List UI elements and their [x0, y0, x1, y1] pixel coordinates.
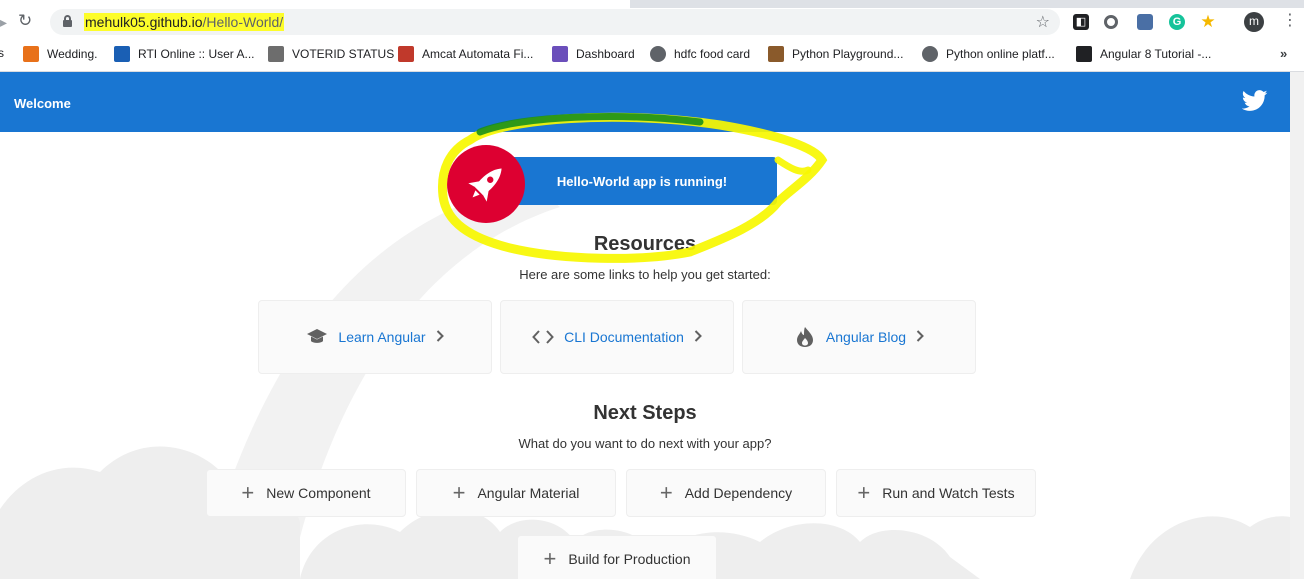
bookmark-label: Angular 8 Tutorial -... — [1100, 47, 1212, 61]
bookmark-star-icon[interactable]: ☆ — [1036, 12, 1050, 32]
resources-title: Resources — [593, 233, 697, 255]
bookmark-item[interactable]: Dashboard — [552, 46, 635, 62]
code-brackets-icon — [532, 326, 554, 348]
plus-icon: + — [543, 546, 557, 571]
grammarly-icon[interactable]: G — [1169, 14, 1185, 30]
chevron-right-icon — [436, 329, 444, 345]
url-path: /Hello-World/ — [202, 14, 284, 30]
bookmark-item[interactable]: RTI Online :: User A... — [114, 46, 254, 62]
forward-icon[interactable]: ▸ — [0, 14, 7, 31]
step-label: Build for Production — [568, 551, 691, 567]
bookmark-label: RTI Online :: User A... — [138, 47, 255, 61]
extension-star-icon[interactable]: ★ — [1200, 13, 1216, 30]
extension-icon-1[interactable]: ◧ — [1073, 14, 1089, 30]
card-label: Learn Angular — [338, 329, 426, 345]
bookmark-favicon — [650, 46, 666, 62]
rocket-icon — [468, 168, 502, 202]
next-steps-subtitle: What do you want to do next with your ap… — [518, 436, 772, 451]
plus-icon: + — [452, 480, 466, 505]
rocket-badge — [447, 145, 525, 223]
page-scrollbar[interactable] — [1290, 72, 1304, 579]
bookmarks-bar: s Wedding. RTI Online :: User A... VOTER… — [0, 38, 1304, 72]
bookmark-label: Python online platf... — [946, 47, 1055, 61]
app-running-banner: Hello-World app is running! — [447, 145, 777, 223]
app-title: Welcome — [14, 96, 71, 111]
twitter-icon[interactable] — [1242, 90, 1268, 112]
chevron-right-icon — [916, 329, 924, 345]
bookmark-label: Amcat Automata Fi... — [422, 47, 534, 61]
active-tab[interactable] — [0, 0, 630, 8]
bookmark-favicon — [922, 46, 938, 62]
plus-icon: + — [857, 480, 871, 505]
bookmark-label: Dashboard — [576, 47, 635, 61]
flame-icon — [794, 326, 816, 348]
bookmark-label: VOTERID STATUS — [292, 47, 395, 61]
bookmarks-overflow-icon[interactable]: » — [1280, 46, 1287, 61]
bookmark-item[interactable]: Python Playground... — [768, 46, 903, 62]
bookmark-item[interactable]: VOTERID STATUS — [268, 46, 394, 62]
next-steps-title: Next Steps — [593, 402, 697, 424]
bookmark-label: Python Playground... — [792, 47, 904, 61]
card-learn-angular[interactable]: Learn Angular — [258, 300, 492, 374]
step-run-watch-tests[interactable]: + Run and Watch Tests — [836, 469, 1036, 517]
bookmark-favicon — [398, 46, 414, 62]
card-label: CLI Documentation — [564, 329, 684, 345]
bookmark-favicon — [552, 46, 568, 62]
bookmark-item[interactable]: Wedding. — [23, 46, 97, 62]
menu-icon[interactable]: ⋮ — [1282, 12, 1298, 30]
app-header: Welcome — [0, 72, 1290, 132]
step-build-production[interactable]: + Build for Production — [517, 535, 717, 579]
bookmark-label: Wedding. — [47, 47, 98, 61]
address-bar[interactable]: mehulk05.github.io/Hello-World/ ☆ — [50, 9, 1060, 35]
bookmark-item[interactable]: Angular 8 Tutorial -... — [1076, 46, 1211, 62]
step-label: Run and Watch Tests — [882, 485, 1015, 501]
bookmark-label: hdfc food card — [674, 47, 751, 61]
bookmark-favicon — [23, 46, 39, 62]
bookmark-favicon — [768, 46, 784, 62]
url-text[interactable]: mehulk05.github.io/Hello-World/ — [84, 13, 285, 31]
extension-icon-3[interactable] — [1137, 14, 1153, 30]
bookmark-favicon — [268, 46, 284, 62]
card-label: Angular Blog — [825, 329, 907, 345]
step-angular-material[interactable]: + Angular Material — [416, 469, 616, 517]
bookmark-favicon — [114, 46, 130, 62]
bookmark-item[interactable]: hdfc food card — [650, 46, 750, 62]
app-page: Welcome Hello-World app is running! Reso… — [0, 72, 1290, 579]
browser-toolbar: ▸ ↻ mehulk05.github.io/Hello-World/ ☆ ◧ … — [0, 8, 1304, 38]
step-label: New Component — [266, 485, 371, 501]
plus-icon: + — [241, 480, 255, 505]
bookmark-partial[interactable]: s — [0, 46, 4, 60]
resources-subtitle: Here are some links to help you get star… — [519, 267, 771, 282]
step-new-component[interactable]: + New Component — [206, 469, 406, 517]
extension-icon-2[interactable] — [1104, 15, 1118, 29]
step-add-dependency[interactable]: + Add Dependency — [626, 469, 826, 517]
bookmark-item[interactable]: Amcat Automata Fi... — [398, 46, 533, 62]
graduation-cap-icon — [306, 326, 328, 348]
card-cli-documentation[interactable]: CLI Documentation — [500, 300, 734, 374]
url-host: mehulk05.github.io — [85, 14, 203, 30]
plus-icon: + — [659, 480, 673, 505]
chevron-right-icon — [694, 329, 702, 345]
tab-strip — [0, 0, 1304, 8]
running-message: Hello-World app is running! — [497, 157, 777, 205]
profile-avatar[interactable]: m — [1244, 12, 1264, 32]
bookmark-item[interactable]: Python online platf... — [922, 46, 1055, 62]
bookmark-favicon — [1076, 46, 1092, 62]
reload-icon[interactable]: ↻ — [18, 11, 32, 31]
lock-icon[interactable] — [63, 15, 72, 27]
step-label: Angular Material — [477, 485, 580, 501]
step-label: Add Dependency — [684, 485, 793, 501]
card-angular-blog[interactable]: Angular Blog — [742, 300, 976, 374]
